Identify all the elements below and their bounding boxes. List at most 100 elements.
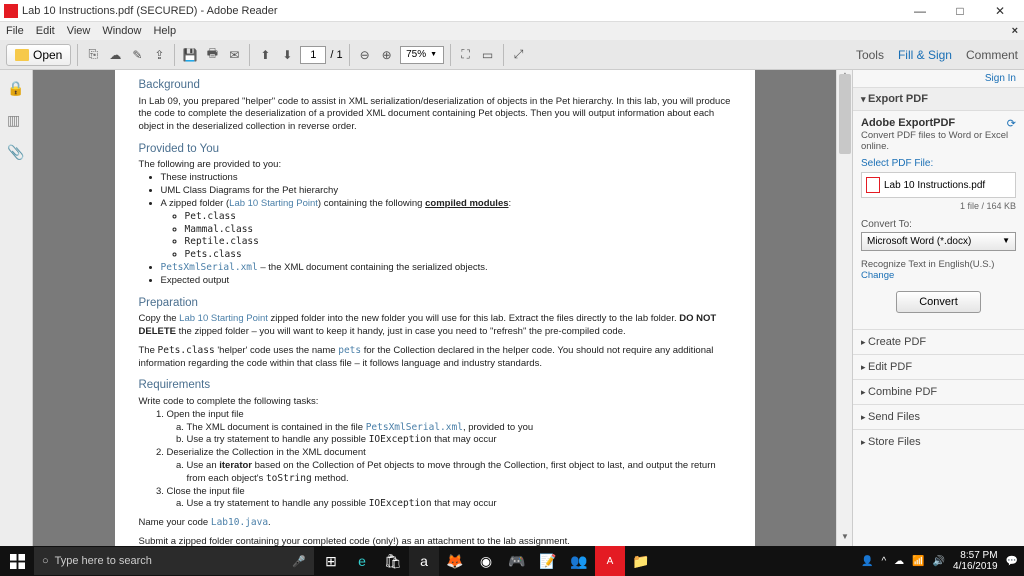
para-provided: The following are provided to you: [139, 159, 731, 172]
create-pdf-link[interactable]: Create PDF [853, 329, 1024, 354]
window-title: Lab 10 Instructions.pdf (SECURED) - Adob… [22, 5, 900, 17]
title-bar: Lab 10 Instructions.pdf (SECURED) - Adob… [0, 0, 1024, 22]
menu-bar: File Edit View Window Help × [0, 22, 1024, 40]
attachments-icon[interactable]: 📎 [7, 144, 25, 162]
scroll-thumb[interactable] [839, 74, 851, 154]
mail-icon[interactable]: ✉ [225, 46, 243, 64]
menu-file[interactable]: File [6, 25, 24, 37]
adobe-logo-icon [4, 4, 18, 18]
read-mode-icon[interactable]: ⤢ [510, 46, 528, 64]
maximize-button[interactable]: □ [940, 4, 980, 18]
zoom-select[interactable]: 75%▼ [400, 46, 444, 64]
store-icon[interactable]: 🛍 [378, 546, 408, 576]
para-background: In Lab 09, you prepared "helper" code to… [139, 96, 731, 134]
cortana-icon: ○ [42, 555, 49, 567]
zoom-out-icon[interactable]: ⊖ [356, 46, 374, 64]
document-area[interactable]: Background In Lab 09, you prepared "help… [33, 70, 836, 546]
edge-icon[interactable]: e [347, 546, 377, 576]
page-total: / 1 [330, 49, 342, 61]
page-up-icon[interactable]: ⬆ [256, 46, 274, 64]
comment-tab[interactable]: Comment [966, 48, 1018, 62]
steam-icon[interactable]: ◉ [471, 546, 501, 576]
send-files-link[interactable]: Send Files [853, 404, 1024, 429]
tray-cloud-icon[interactable]: ☁ [894, 556, 904, 567]
refresh-icon[interactable]: ⟳ [1007, 117, 1016, 130]
format-select[interactable]: Microsoft Word (*.docx)▼ [861, 232, 1016, 251]
select-file-label: Select PDF File: [861, 158, 1016, 169]
page-input[interactable] [300, 46, 326, 64]
print-icon[interactable]: 🖶 [203, 46, 221, 64]
wordpad-icon[interactable]: 📝 [533, 546, 563, 576]
start-button[interactable] [0, 546, 34, 576]
para-submit: Submit a zipped folder containing your c… [139, 536, 731, 546]
firefox-icon[interactable]: 🦊 [440, 546, 470, 576]
export-pdf-header[interactable]: Export PDF [853, 88, 1024, 111]
store-files-link[interactable]: Store Files [853, 429, 1024, 454]
heading-background: Background [139, 78, 731, 94]
clock[interactable]: 8:57 PM4/16/2019 [953, 550, 998, 572]
recognize-text: Recognize Text in English(U.S.) [861, 259, 1016, 270]
doc-close-button[interactable]: × [1012, 25, 1018, 37]
fit-width-icon[interactable]: ⛶ [457, 46, 475, 64]
create-pdf-icon[interactable]: ⎘ [84, 46, 102, 64]
para-prep2: The Pets.class 'helper' code uses the na… [139, 345, 731, 371]
export-title: Adobe ExportPDF [861, 117, 955, 130]
provided-list: These instructions UML Class Diagrams fo… [161, 172, 731, 287]
heading-req: Requirements [139, 378, 731, 394]
save-icon[interactable]: 💾 [181, 46, 199, 64]
vertical-scrollbar[interactable]: ▲ ▼ [836, 70, 852, 546]
menu-edit[interactable]: Edit [36, 25, 55, 37]
fillsign-tab[interactable]: Fill & Sign [898, 48, 952, 62]
sign-icon[interactable]: ✎ [128, 46, 146, 64]
export-icon[interactable]: ⇪ [150, 46, 168, 64]
menu-window[interactable]: Window [102, 25, 141, 37]
tray-wifi-icon[interactable]: 📶 [912, 556, 924, 567]
pdf-page: Background In Lab 09, you prepared "help… [115, 70, 755, 546]
left-rail: 🔒 ▥ 📎 [0, 70, 33, 546]
tray-people-icon[interactable]: 👤 [861, 556, 873, 567]
scroll-down-arrow[interactable]: ▼ [837, 532, 853, 546]
zoom-in-icon[interactable]: ⊕ [378, 46, 396, 64]
file-size: 1 file / 164 KB [861, 201, 1016, 211]
convert-button[interactable]: Convert [896, 291, 981, 313]
para-prep1: Copy the Lab 10 Starting Point zipped fo… [139, 313, 731, 339]
toolbar: Open ⎘ ☁ ✎ ⇪ 💾 🖶 ✉ ⬆ ⬇ / 1 ⊖ ⊕ 75%▼ ⛶ ▭ … [0, 40, 1024, 70]
thumbnails-icon[interactable]: ▥ [7, 112, 25, 130]
folder-icon [15, 49, 29, 61]
combine-pdf-link[interactable]: Combine PDF [853, 379, 1024, 404]
search-box[interactable]: ○Type here to search🎤 [34, 547, 314, 575]
lock-icon[interactable]: 🔒 [7, 80, 25, 98]
cloud-icon[interactable]: ☁ [106, 46, 124, 64]
mic-icon[interactable]: 🎤 [292, 555, 306, 568]
adobe-icon[interactable]: A [595, 546, 625, 576]
pdf-file-icon [866, 177, 880, 193]
change-link[interactable]: Change [861, 270, 1016, 281]
export-sub: Convert PDF files to Word or Excel onlin… [861, 130, 1016, 152]
convert-to-label: Convert To: [861, 219, 1016, 230]
para-name: Name your code Lab10.java. [139, 517, 731, 530]
heading-provided: Provided to You [139, 142, 731, 158]
amazon-icon[interactable]: a [409, 546, 439, 576]
page-down-icon[interactable]: ⬇ [278, 46, 296, 64]
req-list: Open the input file The XML document is … [167, 409, 731, 512]
edit-pdf-link[interactable]: Edit PDF [853, 354, 1024, 379]
tools-tab[interactable]: Tools [856, 48, 884, 62]
teams-icon[interactable]: 👥 [564, 546, 594, 576]
tray-sound-icon[interactable]: 🔊 [933, 556, 945, 567]
discord-icon[interactable]: 🎮 [502, 546, 532, 576]
close-button[interactable]: ✕ [980, 4, 1020, 18]
menu-view[interactable]: View [67, 25, 91, 37]
taskview-icon[interactable]: ⊞ [316, 546, 346, 576]
menu-help[interactable]: Help [153, 25, 176, 37]
signin-link[interactable]: Sign In [853, 70, 1024, 88]
open-button[interactable]: Open [6, 44, 71, 66]
right-panel: Sign In Export PDF Adobe ExportPDF ⟳ Conv… [852, 70, 1024, 546]
notifications-icon[interactable]: 💬 [1006, 556, 1018, 567]
para-req: Write code to complete the following tas… [139, 396, 731, 409]
tray-expand-icon[interactable]: ^ [881, 556, 886, 567]
chevron-down-icon: ▼ [1002, 236, 1010, 247]
minimize-button[interactable]: — [900, 4, 940, 18]
selected-file[interactable]: Lab 10 Instructions.pdf [861, 172, 1016, 198]
fit-page-icon[interactable]: ▭ [479, 46, 497, 64]
explorer-icon[interactable]: 📁 [626, 546, 656, 576]
